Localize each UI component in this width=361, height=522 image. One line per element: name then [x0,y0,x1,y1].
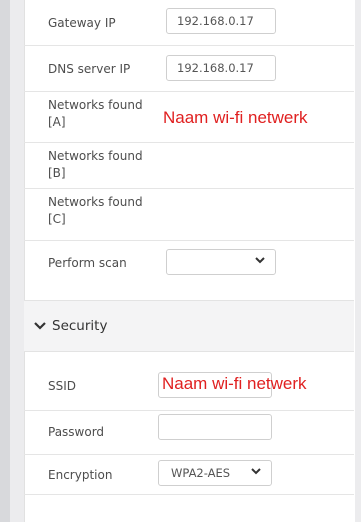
security-section-title: Security [52,318,108,334]
settings-page: Gateway IP 192.168.0.17 DNS server IP 19… [0,0,361,522]
scan-label: Perform scan [48,256,127,270]
chevron-down-icon [34,322,46,330]
encryption-label: Encryption [48,468,113,482]
chevron-down-icon [251,468,261,475]
networks-a-label: Networks found [A] [48,98,143,129]
ssid-value: Naam wi-fi netwerk [162,374,307,393]
networks-b-label: Networks found [B] [48,149,143,180]
gateway-label: Gateway IP [48,16,116,30]
chevron-down-icon [255,257,265,264]
networks-c-label: Networks found [C] [48,195,143,226]
encryption-select[interactable]: WPA2-AES [158,460,272,486]
ssid-label: SSID [48,379,77,393]
password-label: Password [48,425,105,439]
password-input[interactable] [158,414,272,440]
encryption-select-value: WPA2-AES [171,466,231,480]
scan-select[interactable] [166,249,276,275]
left-edge-shade [0,0,10,522]
dns-input[interactable]: 192.168.0.17 [166,55,276,81]
dns-label: DNS server IP [48,62,131,76]
security-section-header[interactable]: Security [24,300,354,352]
gateway-input[interactable]: 192.168.0.17 [166,8,276,34]
networks-a-value[interactable]: Naam wi-fi netwerk [163,108,308,128]
